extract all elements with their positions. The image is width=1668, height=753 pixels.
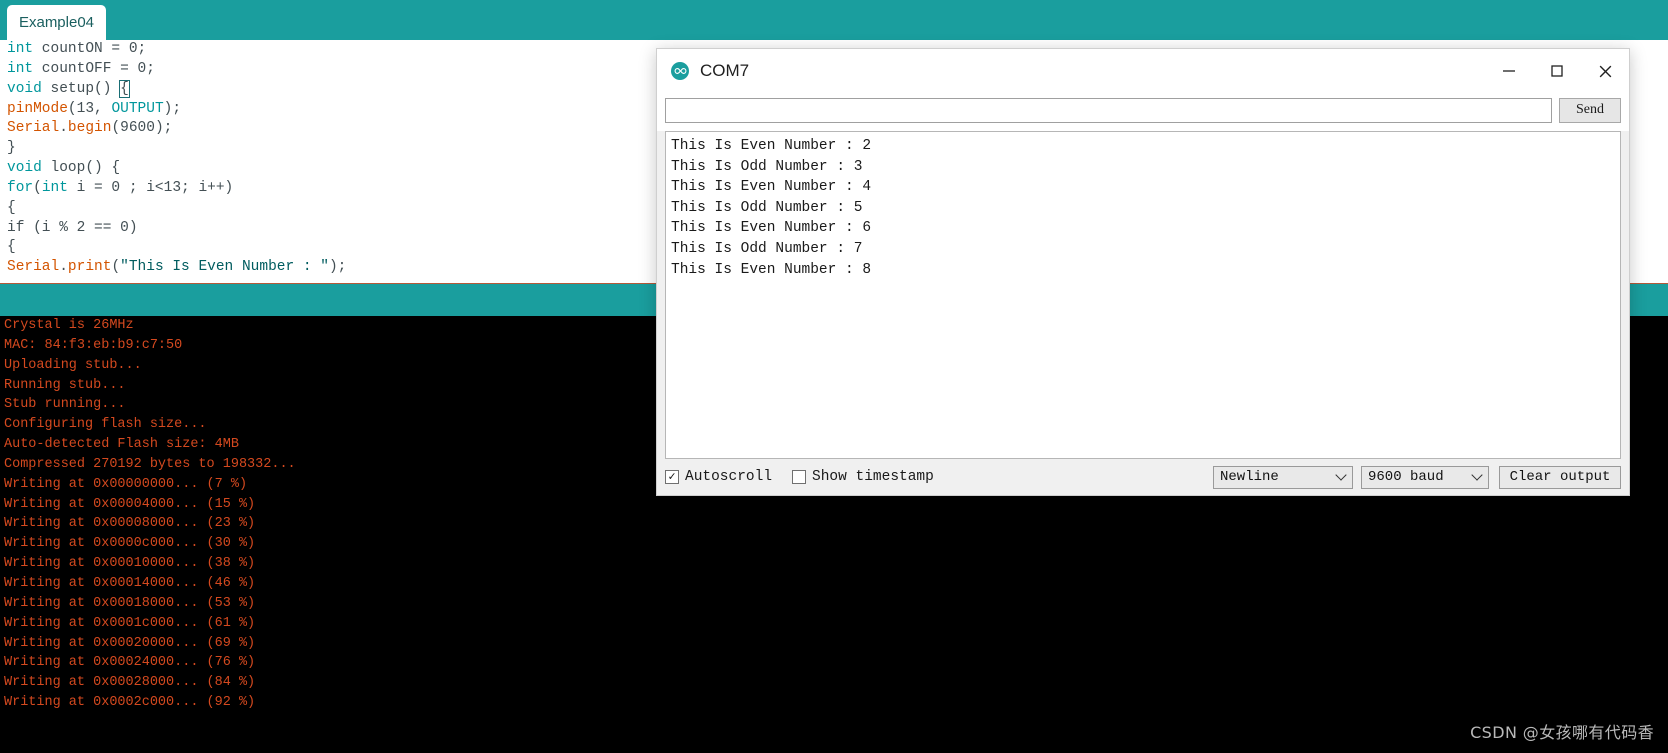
chevron-down-icon [1471, 469, 1483, 481]
code-token: . [59, 259, 68, 276]
line-ending-value: Newline [1220, 469, 1279, 485]
serial-output-line: This Is Even Number : 4 [671, 179, 872, 196]
sketch-tab-bar: Example04 [0, 0, 1630, 40]
console-line: Writing at 0x00020000... (69 %) [4, 635, 256, 651]
autoscroll-checkbox[interactable]: ✓ Autoscroll [665, 469, 772, 485]
sketch-tab-example04[interactable]: Example04 [7, 5, 106, 40]
code-token: ( [111, 259, 121, 276]
arduino-infinity-icon [671, 62, 689, 80]
sketch-tab-label: Example04 [18, 14, 95, 31]
code-token: (13, [67, 100, 112, 117]
code-token: "This Is Even Number : " [120, 259, 329, 276]
show-timestamp-label: Show timestamp [812, 469, 934, 485]
baud-rate-select[interactable]: 9600 baud [1361, 465, 1489, 489]
code-token: pinMode [7, 100, 68, 117]
code-token: OUTPUT [111, 100, 164, 117]
chevron-down-icon [1335, 469, 1347, 481]
show-timestamp-check-glyph [792, 470, 807, 484]
serial-output-line: This Is Odd Number : 5 [671, 199, 863, 216]
console-line: Writing at 0x00004000... (15 %) [4, 496, 256, 512]
ide-right-filler-tabbar [1630, 0, 1668, 40]
serial-output-line: This Is Odd Number : 7 [671, 240, 863, 257]
serial-monitor-dialog: COM7 Send This Is Even Number : 2 This Is… [656, 48, 1630, 496]
code-token: { [7, 239, 16, 256]
autoscroll-label: Autoscroll [685, 469, 773, 485]
serial-monitor-titlebar[interactable]: COM7 [657, 49, 1629, 93]
close-icon[interactable] [1581, 49, 1629, 93]
code-token: { [7, 199, 16, 216]
serial-monitor-footer: ✓ Autoscroll Show timestamp Newline 9600… [657, 459, 1629, 495]
code-token: ); [163, 100, 182, 117]
code-token: ( [33, 179, 42, 196]
code-token: int [41, 179, 68, 196]
code-token: for [7, 179, 34, 196]
send-row: Send [657, 93, 1629, 131]
line-ending-select[interactable]: Newline [1213, 465, 1353, 489]
code-token: int [7, 41, 34, 57]
maximize-icon[interactable] [1533, 49, 1581, 93]
console-line: Writing at 0x0002c000... (92 %) [4, 695, 256, 711]
console-line: Writing at 0x00010000... (38 %) [4, 556, 256, 572]
minimize-icon[interactable] [1485, 49, 1533, 93]
clear-output-button[interactable]: Clear output [1499, 465, 1621, 489]
code-token: () [94, 80, 121, 97]
serial-output-line: This Is Even Number : 8 [671, 261, 872, 278]
console-line: Writing at 0x00018000... (53 %) [4, 595, 256, 611]
window-controls [1485, 49, 1629, 93]
code-token: Serial [7, 120, 60, 137]
code-token: if (i % 2 == 0) [7, 219, 138, 236]
code-token: print [67, 259, 112, 276]
watermark: CSDN @女孩哪有代码香 [1470, 723, 1654, 742]
serial-output-line: This Is Odd Number : 3 [671, 158, 863, 175]
console-line: Writing at 0x0000c000... (30 %) [4, 536, 256, 552]
show-timestamp-checkbox[interactable]: Show timestamp [792, 469, 934, 485]
autoscroll-check-glyph: ✓ [665, 470, 679, 484]
console-line: Writing at 0x0001c000... (61 %) [4, 615, 256, 631]
code-token: { [119, 79, 130, 98]
code-token: Serial [7, 259, 60, 276]
console-line: Writing at 0x00008000... (23 %) [4, 516, 256, 532]
code-token: ); [328, 259, 347, 276]
baud-rate-value: 9600 baud [1368, 469, 1444, 485]
screen: Example04 int countON = 0; int countOFF =… [0, 0, 1668, 753]
code-token: (9600); [111, 120, 173, 137]
serial-output-line: This Is Even Number : 2 [671, 138, 872, 154]
code-token: int [7, 60, 34, 77]
console-line: Writing at 0x00014000... (46 %) [4, 575, 256, 591]
code-token: countON = 0; [33, 41, 147, 57]
code-token: void [7, 80, 42, 97]
console-line: Writing at 0x00024000... (76 %) [4, 655, 256, 671]
console-line: Writing at 0x00028000... (84 %) [4, 675, 256, 691]
code-token: countOFF = 0; [33, 60, 155, 77]
code-token: } [7, 140, 16, 157]
code-token: i = 0 ; i<13; i++) [67, 179, 234, 196]
code-token: void [7, 160, 42, 177]
serial-monitor-title: COM7 [700, 61, 750, 80]
serial-send-input[interactable] [665, 97, 1552, 123]
code-token: setup [41, 80, 95, 97]
code-token: begin [67, 120, 112, 137]
code-token: loop() { [41, 160, 121, 177]
ide-right-filler-console [1630, 316, 1668, 753]
ide-right-filler-editor [1630, 40, 1668, 283]
ide-right-filler-strip [1630, 283, 1668, 317]
send-button[interactable]: Send [1559, 97, 1621, 123]
serial-output-line: This Is Even Number : 6 [671, 220, 872, 237]
code-token: . [59, 120, 68, 137]
serial-output-area[interactable]: This Is Even Number : 2 This Is Odd Numbe… [665, 131, 1621, 459]
